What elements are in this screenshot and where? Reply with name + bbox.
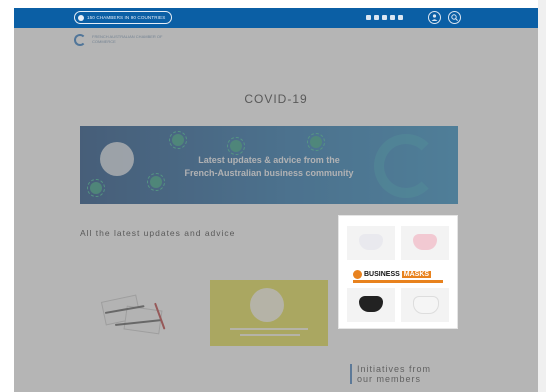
initiatives-line1: Initiatives from: [357, 364, 432, 374]
brand-mark-icon: [353, 269, 362, 279]
twitter-icon[interactable]: [390, 15, 395, 20]
mask-image-light: [401, 288, 449, 322]
virus-icon: [87, 179, 105, 197]
business-masks-ad[interactable]: BUSINESS MASKS: [339, 216, 457, 328]
search-button[interactable]: [448, 11, 461, 24]
brand-word1: BUSINESS: [364, 270, 400, 278]
logo-text: FRENCH AUSTRALIAN CHAMBER OF COMMERCE: [92, 34, 163, 44]
mask-image-white: [347, 226, 395, 260]
banner-text: Latest updates & advice from the French-…: [80, 154, 458, 180]
user-icon: [431, 14, 438, 21]
thumbnail-line: [230, 328, 308, 330]
globe-icon: [78, 14, 84, 21]
account-button[interactable]: [428, 11, 441, 24]
initiatives-heading[interactable]: Initiatives from our members: [350, 364, 431, 384]
initiatives-line2: our members: [357, 374, 422, 384]
article-thumbnail-documents[interactable]: [95, 288, 185, 342]
instagram-icon[interactable]: [374, 15, 379, 20]
countries-label: 150 CHAMBERS IN 90 COUNTRIES: [87, 15, 166, 20]
top-bar: 150 CHAMBERS IN 90 COUNTRIES: [14, 8, 538, 28]
thumbnail-line: [240, 334, 300, 336]
covid-banner[interactable]: Latest updates & advice from the French-…: [80, 126, 458, 204]
mask-image-pink: [401, 226, 449, 260]
mask-image-black: [347, 288, 395, 322]
social-links: [366, 15, 403, 20]
page-scrollbar[interactable]: [538, 0, 546, 392]
brand-underline: [353, 280, 443, 283]
page-title: COVID-19: [244, 92, 308, 106]
virus-icon: [227, 137, 245, 155]
banner-text-line2: French-Australian business community: [184, 168, 354, 178]
virus-icon: [169, 131, 187, 149]
thumbnail-circle: [250, 288, 284, 322]
banner-text-line1: Latest updates & advice from the: [198, 155, 340, 165]
site-header: FRENCH AUSTRALIAN CHAMBER OF COMMERCE: [14, 28, 538, 58]
brand-word2: MASKS: [401, 270, 432, 278]
business-masks-logo: BUSINESS MASKS: [353, 268, 443, 280]
section-subheading: All the latest updates and advice: [80, 228, 236, 238]
search-icon: [451, 14, 458, 21]
facebook-icon[interactable]: [382, 15, 387, 20]
article-thumbnail-yellow[interactable]: [210, 280, 328, 346]
virus-icon: [307, 133, 325, 151]
chamber-logo[interactable]: [74, 34, 86, 46]
linkedin-icon[interactable]: [366, 15, 371, 20]
countries-link[interactable]: 150 CHAMBERS IN 90 COUNTRIES: [74, 11, 172, 24]
youtube-icon[interactable]: [398, 15, 403, 20]
